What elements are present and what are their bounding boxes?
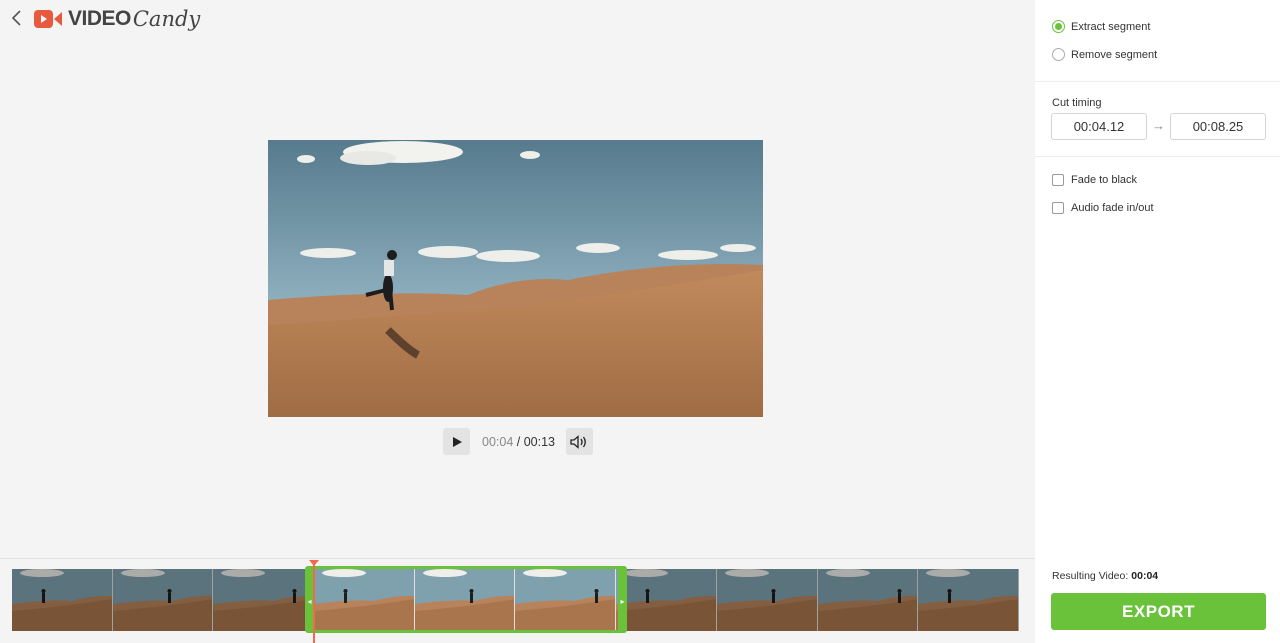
- volume-icon: [570, 434, 587, 449]
- video-preview[interactable]: [268, 140, 763, 417]
- checkbox-fade-to-black[interactable]: Fade to black: [1052, 174, 1137, 186]
- play-button[interactable]: [443, 428, 470, 455]
- time-separator: /: [513, 434, 524, 449]
- radio-extract-segment[interactable]: Extract segment: [1052, 20, 1150, 33]
- logo-candy-text: Candy: [132, 7, 201, 31]
- export-button[interactable]: EXPORT: [1051, 593, 1266, 630]
- excluded-region-left: [12, 569, 306, 631]
- radio-remove-segment[interactable]: Remove segment: [1052, 48, 1157, 61]
- current-time: 00:04: [482, 434, 514, 449]
- logo-video-text: VIDEO: [68, 7, 131, 30]
- checkbox[interactable]: [1052, 202, 1064, 214]
- video-camera-icon: [34, 10, 62, 28]
- resulting-video: Resulting Video: 00:04: [1052, 570, 1158, 582]
- back-button[interactable]: [8, 8, 26, 28]
- checkbox-label: Audio fade in/out: [1071, 202, 1154, 214]
- volume-button[interactable]: [565, 428, 593, 455]
- video-frame-image: [268, 140, 763, 417]
- selection-handle-end[interactable]: ▸: [618, 595, 627, 607]
- checkbox-audio-fade[interactable]: Audio fade in/out: [1052, 202, 1154, 214]
- cut-end-input[interactable]: 00:08.25: [1170, 113, 1266, 140]
- radio-label: Remove segment: [1071, 48, 1158, 61]
- excluded-region-right: [626, 569, 1019, 631]
- cut-timing-label: Cut timing: [1052, 97, 1102, 109]
- checkbox-label: Fade to black: [1071, 174, 1138, 186]
- selection-range[interactable]: ◂ ▸: [305, 566, 627, 633]
- play-icon: [452, 436, 462, 447]
- resulting-video-duration: 00:04: [1131, 570, 1159, 582]
- cut-start-input[interactable]: 00:04.12: [1051, 113, 1147, 140]
- resulting-video-label: Resulting Video:: [1052, 570, 1129, 582]
- player-controls: 00:04 / 00:13: [443, 428, 593, 455]
- arrow-right-icon: →: [1152, 118, 1165, 133]
- time-readout: 00:04 / 00:13: [482, 435, 555, 449]
- radio-button-checked[interactable]: [1052, 20, 1065, 33]
- timeline[interactable]: ◂ ▸: [0, 558, 1035, 643]
- chevron-left-icon: [11, 10, 21, 26]
- radio-label: Extract segment: [1071, 20, 1151, 33]
- total-time: 00:13: [523, 434, 555, 449]
- header: VIDEO Candy: [0, 0, 1035, 38]
- checkbox[interactable]: [1052, 174, 1064, 186]
- playhead[interactable]: [313, 561, 315, 643]
- divider: [1035, 81, 1280, 82]
- settings-panel: Extract segment Remove segment Cut timin…: [1035, 0, 1280, 643]
- radio-button[interactable]: [1052, 48, 1065, 61]
- logo[interactable]: VIDEO Candy: [34, 6, 200, 32]
- divider: [1035, 156, 1280, 157]
